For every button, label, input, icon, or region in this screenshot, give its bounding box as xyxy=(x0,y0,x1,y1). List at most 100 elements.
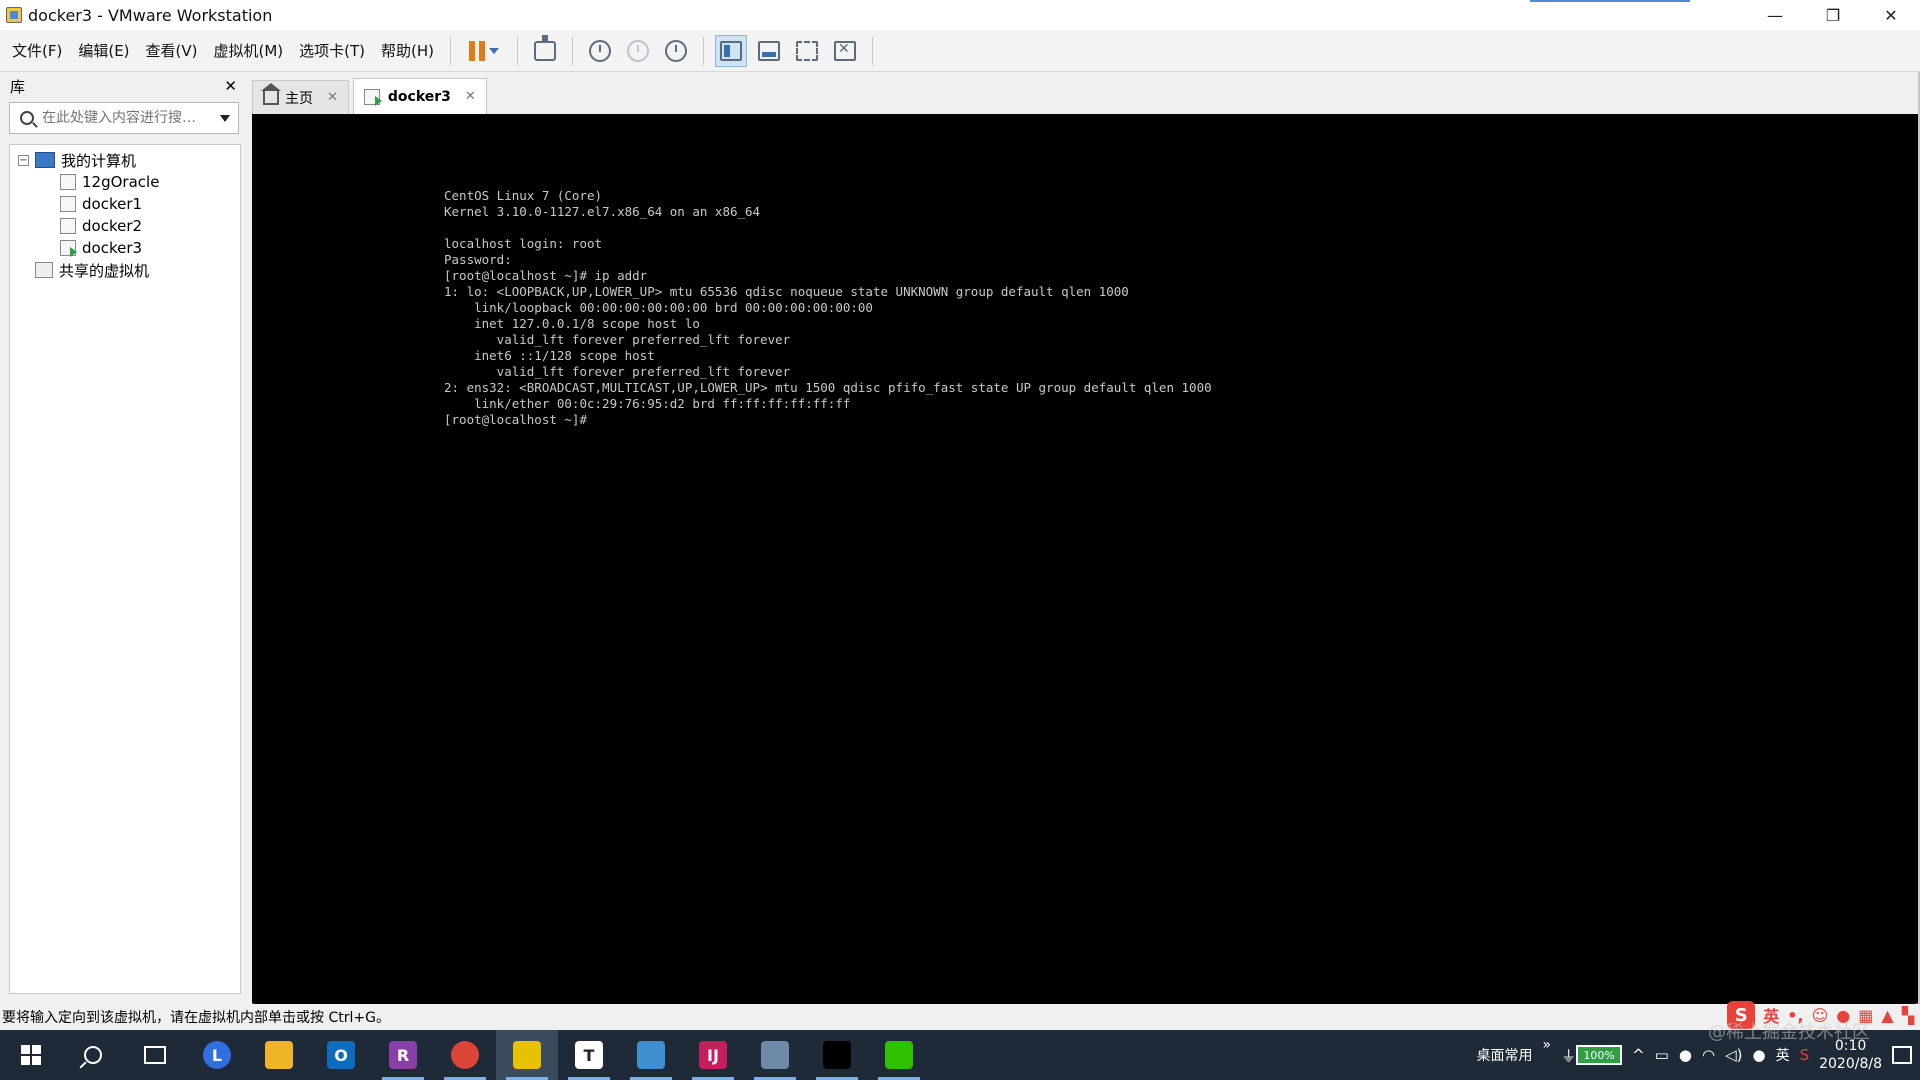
library-close-button[interactable]: ✕ xyxy=(224,77,237,95)
taskbar-app-file-explorer[interactable] xyxy=(248,1030,310,1080)
power-plug-icon: ⏚ xyxy=(1561,1046,1577,1065)
shared-vms-icon xyxy=(35,262,53,278)
tree-item-vm[interactable]: docker2 xyxy=(10,215,240,237)
library-view-button[interactable] xyxy=(715,34,748,67)
start-button[interactable] xyxy=(0,1030,62,1080)
chevron-down-icon[interactable] xyxy=(220,114,230,122)
tab-docker3[interactable]: docker3 ✕ xyxy=(352,78,487,114)
library-title: 库 xyxy=(10,77,26,96)
library-search-input[interactable] xyxy=(42,110,212,126)
bluetooth-icon[interactable]: ● xyxy=(1679,1046,1692,1064)
terminal-icon xyxy=(823,1041,851,1069)
tab-label: docker3 xyxy=(387,88,451,105)
tree-item-vm[interactable]: docker3 xyxy=(10,237,240,259)
tree-item-label: 12gOracle xyxy=(82,173,160,191)
toolbar-separator xyxy=(703,36,705,65)
menu-view[interactable]: 查看(V) xyxy=(138,36,206,66)
wifi-icon[interactable]: ◠ xyxy=(1702,1046,1715,1064)
menu-tabs[interactable]: 选项卡(T) xyxy=(291,36,373,66)
menu-toolbar: 文件(F) 编辑(E) 查看(V) 虚拟机(M) 选项卡(T) 帮助(H) xyxy=(0,30,1920,1033)
menu-file[interactable]: 文件(F) xyxy=(4,36,70,66)
taskbar: L O R T IJ 桌面常用 » ⏚ 100% ^ ▭ ● ◠ ◁) ● 英 S 0:… xyxy=(0,1030,1920,1080)
input-language-indicator[interactable]: 英 xyxy=(1776,1045,1790,1065)
toolbar-separator xyxy=(517,36,519,65)
library-header: 库 ✕ xyxy=(0,72,247,100)
taskbar-app-vmware[interactable] xyxy=(620,1030,682,1080)
menu-vm[interactable]: 虚拟机(M) xyxy=(206,36,292,66)
close-icon[interactable]: ✕ xyxy=(327,90,338,105)
intellij-icon: IJ xyxy=(699,1041,727,1069)
tree-item-vm[interactable]: docker1 xyxy=(10,193,240,215)
taskbar-app-wechat[interactable] xyxy=(868,1030,930,1080)
image-viewer-icon xyxy=(761,1041,789,1069)
taskbar-app-notepad-yellow[interactable] xyxy=(496,1030,558,1080)
library-panel: 库 ✕ − 我的计算机 12gOracle docker1 docker2 do… xyxy=(0,72,247,1004)
restore-button[interactable]: ❐ xyxy=(1804,0,1862,30)
tree-item-my-computer[interactable]: − 我的计算机 xyxy=(10,149,240,171)
keyboard-tray-icon[interactable]: ▭ xyxy=(1655,1046,1669,1064)
taskbar-app-outlook[interactable]: O xyxy=(310,1030,372,1080)
taskbar-app-image-viewer[interactable] xyxy=(744,1030,806,1080)
notification-center-icon[interactable] xyxy=(1892,1046,1912,1064)
fullscreen-button[interactable] xyxy=(791,35,823,67)
outlook-icon: O xyxy=(327,1041,355,1069)
tree-item-label: docker1 xyxy=(82,195,143,213)
taskbar-app-typora[interactable]: T xyxy=(558,1030,620,1080)
close-button[interactable]: ✕ xyxy=(1862,0,1920,30)
watermark: @稀土掘金技术社区 xyxy=(1708,1022,1870,1043)
skin-icon[interactable]: ▲ xyxy=(1881,1006,1893,1025)
taskbar-app-chrome[interactable] xyxy=(434,1030,496,1080)
snapshot-icon xyxy=(589,39,612,62)
collapse-toggle[interactable]: − xyxy=(18,154,29,166)
library-search[interactable] xyxy=(9,102,239,134)
vmware-app-icon xyxy=(6,7,22,23)
window-title: docker3 - VMware Workstation xyxy=(28,5,273,25)
menu-help[interactable]: 帮助(H) xyxy=(373,36,442,66)
tab-home[interactable]: 主页 ✕ xyxy=(252,80,349,114)
send-ctrl-alt-del-button[interactable] xyxy=(529,34,561,67)
menu-edit[interactable]: 编辑(E) xyxy=(70,36,137,66)
taskbar-app-winrar[interactable]: R xyxy=(372,1030,434,1080)
sogou-tray-icon[interactable]: S xyxy=(1800,1046,1810,1064)
toolbar-more-icon[interactable]: » xyxy=(1543,1037,1552,1053)
taskbar-app-intellij[interactable]: IJ xyxy=(682,1030,744,1080)
desktop-toolbar-label[interactable]: 桌面常用 xyxy=(1477,1045,1533,1065)
pause-button[interactable] xyxy=(462,35,506,67)
vm-running-icon xyxy=(60,240,77,257)
chevron-up-icon[interactable]: ^ xyxy=(1632,1046,1645,1064)
snapshot-button[interactable] xyxy=(584,35,616,67)
minimize-button[interactable]: — xyxy=(1746,0,1804,30)
library-view-icon xyxy=(720,40,743,61)
thumbnail-bar-button[interactable] xyxy=(753,35,785,67)
toolbox-icon[interactable]: ▚ xyxy=(1902,1006,1914,1025)
unity-button[interactable] xyxy=(829,35,861,67)
battery-indicator[interactable]: ⏚ 100% xyxy=(1561,1045,1623,1066)
vm-running-icon xyxy=(363,88,382,106)
taskbar-app-lark[interactable]: L xyxy=(186,1030,248,1080)
snapshot-manager-button[interactable] xyxy=(660,35,692,67)
vm-console[interactable]: CentOS Linux 7 (Core) Kernel 3.10.0-1127… xyxy=(252,114,1918,1003)
task-view-button[interactable] xyxy=(124,1030,186,1080)
chevron-down-icon xyxy=(489,47,500,54)
library-tree: − 我的计算机 12gOracle docker1 docker2 docker… xyxy=(9,144,241,994)
volume-icon[interactable]: ◁) xyxy=(1725,1046,1742,1064)
tree-item-shared-vms[interactable]: 共享的虚拟机 xyxy=(10,259,240,281)
revert-snapshot-button[interactable] xyxy=(622,35,654,67)
tree-item-label: 共享的虚拟机 xyxy=(59,261,150,280)
search-icon xyxy=(84,1046,102,1064)
winrar-icon: R xyxy=(389,1041,417,1069)
send-ctrl-alt-del-icon xyxy=(534,34,557,61)
tab-label: 主页 xyxy=(285,90,313,107)
taskbar-search-button[interactable] xyxy=(62,1030,124,1080)
wechat-tray-icon[interactable]: ● xyxy=(1752,1046,1765,1064)
clock-date: 2020/8/8 xyxy=(1819,1056,1882,1072)
console-view-button[interactable] xyxy=(252,35,1918,1033)
vm-icon xyxy=(60,196,76,212)
taskbar-app-terminal[interactable] xyxy=(806,1030,868,1080)
file-explorer-icon xyxy=(265,1041,293,1069)
close-icon[interactable]: ✕ xyxy=(465,89,476,104)
snapshot-manager-icon xyxy=(665,39,688,62)
pause-icon xyxy=(469,40,486,61)
status-bar: 要将输入定向到该虚拟机，请在虚拟机内部单击或按 Ctrl+G。 xyxy=(0,1004,1920,1030)
tree-item-vm[interactable]: 12gOracle xyxy=(10,171,240,193)
